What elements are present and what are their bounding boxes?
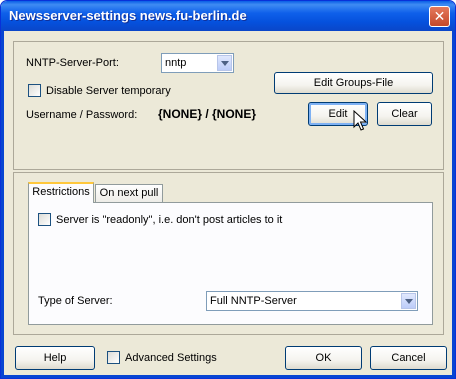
server-type-label: Type of Server: [38, 295, 113, 307]
tab-on-next-pull[interactable]: On next pull [95, 184, 163, 203]
dialog-window: Newsserver-settings news.fu-berlin.de ✕ … [0, 0, 456, 379]
disable-server-checkbox[interactable] [28, 84, 41, 97]
server-type-select[interactable]: Full NNTP-Server [206, 291, 418, 311]
window-frame-bottom [1, 375, 455, 378]
close-button[interactable]: ✕ [429, 6, 450, 27]
close-icon: ✕ [433, 8, 446, 24]
chevron-down-icon[interactable] [401, 293, 416, 309]
ok-button[interactable]: OK [285, 346, 362, 370]
advanced-settings-checkbox[interactable] [107, 351, 120, 364]
chevron-down-icon[interactable] [217, 55, 232, 71]
window-frame-left [1, 31, 4, 378]
readonly-checkbox[interactable] [38, 213, 51, 226]
credentials-value: {NONE} / {NONE} [158, 107, 257, 121]
title-bar[interactable]: Newsserver-settings news.fu-berlin.de ✕ [1, 1, 455, 31]
cancel-button[interactable]: Cancel [370, 346, 447, 370]
window-title: Newsserver-settings news.fu-berlin.de [9, 8, 247, 23]
server-type-value: Full NNTP-Server [210, 295, 297, 307]
clear-button[interactable]: Clear [377, 102, 432, 126]
disable-server-label: Disable Server temporary [46, 85, 171, 97]
tab-restrictions[interactable]: Restrictions [28, 182, 94, 203]
mouse-pointer-icon [353, 110, 367, 131]
window-frame-right [452, 31, 455, 378]
advanced-settings-label: Advanced Settings [125, 352, 217, 364]
port-label: NNTP-Server-Port: [26, 57, 119, 69]
edit-groups-file-button[interactable]: Edit Groups-File [274, 72, 433, 94]
help-button[interactable]: Help [15, 346, 95, 370]
credentials-label: Username / Password: [26, 109, 138, 121]
port-select-value: nntp [165, 57, 187, 69]
readonly-label: Server is "readonly", i.e. don't post ar… [56, 214, 283, 226]
port-select[interactable]: nntp [161, 53, 234, 73]
